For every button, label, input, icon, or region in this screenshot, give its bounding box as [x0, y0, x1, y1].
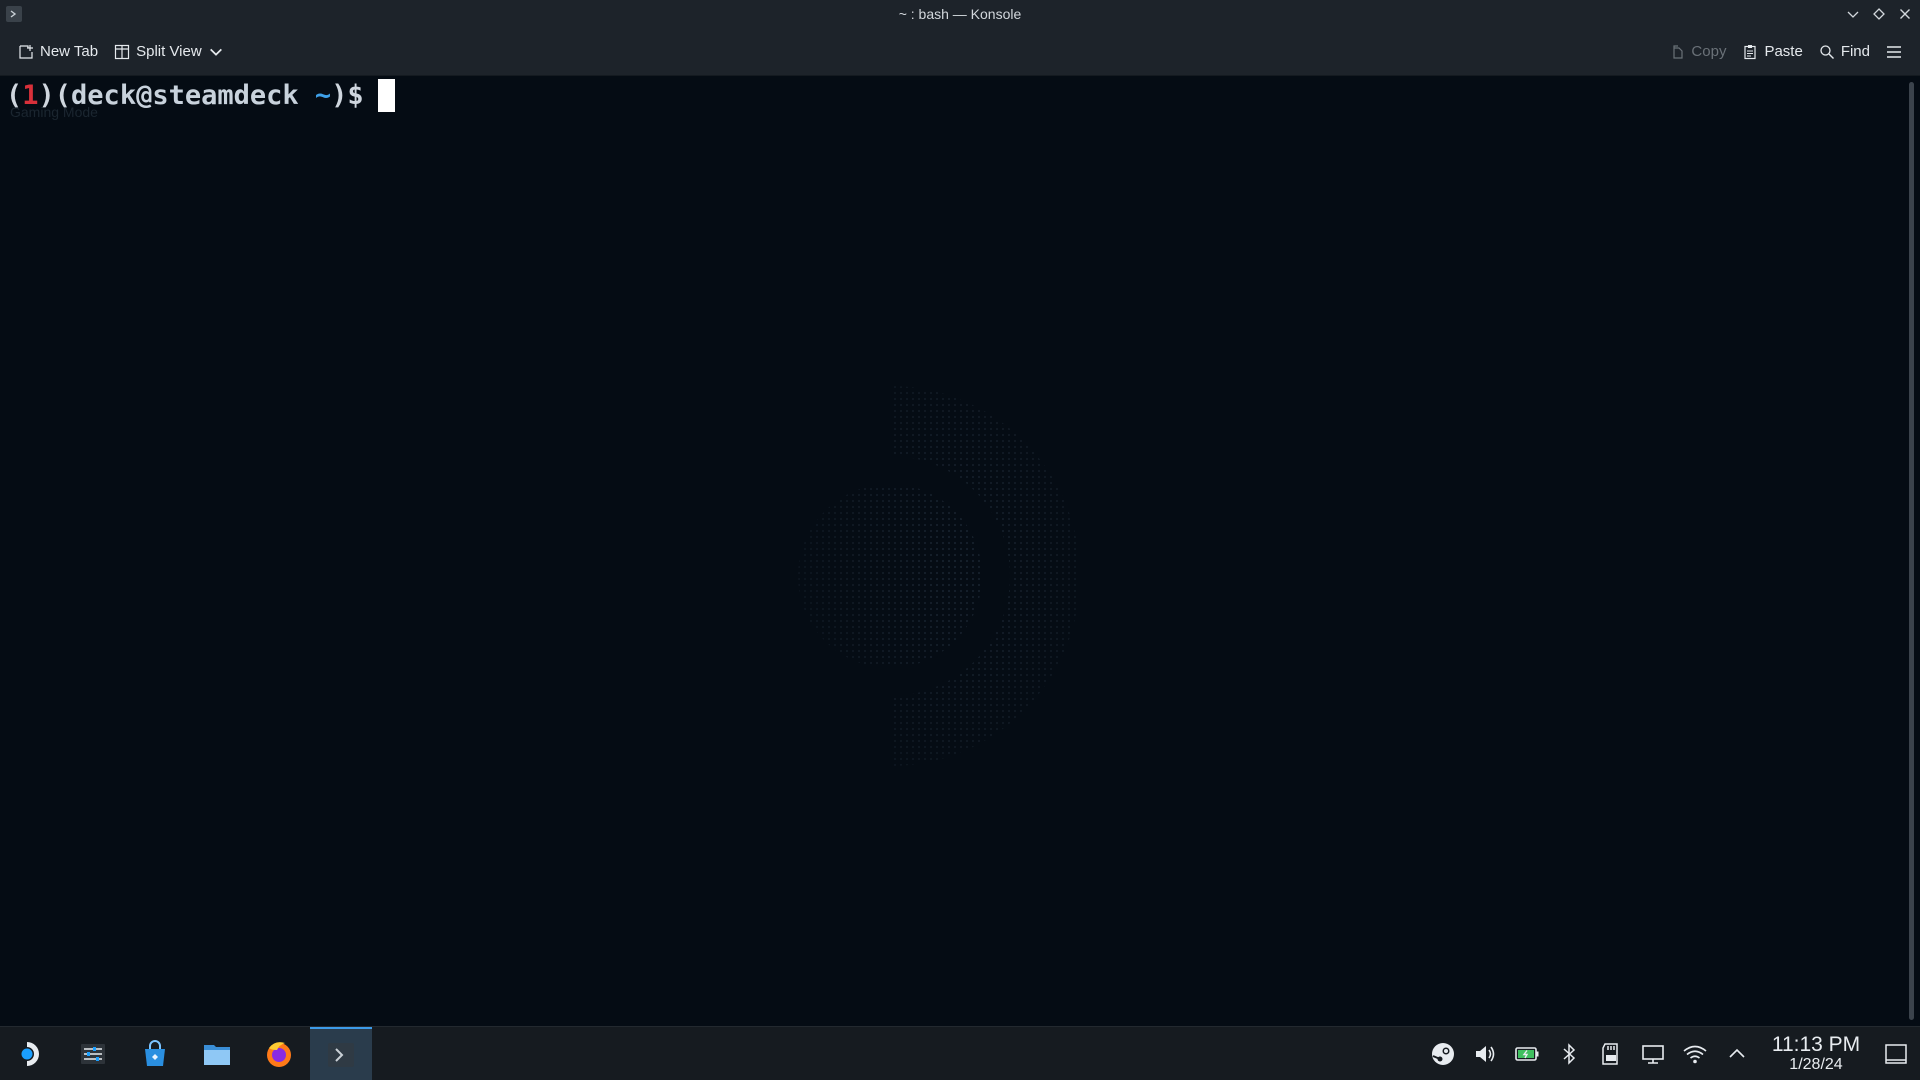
volume-icon [1476, 1046, 1495, 1062]
chevron-down-icon [209, 48, 222, 56]
konsole-toolbar: New Tab Split View Copy Paste Find [0, 28, 1920, 76]
system-tray: 11:13 PM 1/28/24 [1422, 1027, 1920, 1080]
copy-label: Copy [1691, 43, 1727, 60]
hamburger-menu-icon [1887, 45, 1901, 58]
clock-time: 11:13 PM [1771, 1033, 1861, 1056]
split-view-icon [114, 44, 130, 59]
bluetooth-button[interactable] [1548, 1027, 1590, 1080]
scrollbar-thumb[interactable] [1909, 82, 1914, 1020]
copy-icon [1673, 44, 1684, 59]
window-titlebar[interactable]: ~ : bash — Konsole [0, 0, 1920, 28]
prompt-suffix: )$ [331, 79, 364, 111]
prompt-user-host: deck@steamdeck [71, 79, 299, 111]
window-controls [1844, 0, 1914, 28]
split-view-label: Split View [136, 43, 202, 60]
display-icon [1642, 1045, 1664, 1064]
steam-deck-logo-watermark [798, 386, 1080, 766]
discover-store-icon [145, 1039, 165, 1066]
close-icon [1900, 9, 1910, 19]
steam-launcher-icon [21, 1041, 39, 1066]
steam-tray-icon [1432, 1043, 1454, 1065]
chevron-up-icon [1729, 1048, 1745, 1058]
volume-button[interactable] [1464, 1027, 1506, 1080]
clipboard-icon [1744, 44, 1757, 59]
new-tab-button[interactable]: New Tab [10, 35, 106, 69]
terminal-view[interactable]: (1)(deck@steamdeck ~)$ Gaming Mode [0, 76, 1904, 1026]
window-title: ~ : bash — Konsole [898, 6, 1022, 22]
application-launcher-button[interactable] [0, 1027, 62, 1080]
new-tab-label: New Tab [40, 43, 99, 60]
sd-card-icon [1602, 1043, 1618, 1065]
gaming-mode-ghost-label: Gaming Mode [10, 104, 98, 120]
search-icon [1820, 44, 1834, 59]
bluetooth-icon [1563, 1043, 1576, 1065]
clock-date: 1/28/24 [1789, 1056, 1843, 1073]
system-settings-button[interactable] [62, 1027, 124, 1080]
terminal-scrollbar[interactable] [1904, 76, 1920, 1026]
battery-button[interactable] [1506, 1027, 1548, 1080]
wifi-icon [1683, 1045, 1707, 1064]
discover-store-button[interactable] [124, 1027, 186, 1080]
file-manager-button[interactable] [186, 1027, 248, 1080]
minimize-button[interactable] [1844, 5, 1862, 23]
firefox-button[interactable] [248, 1027, 310, 1080]
find-button[interactable]: Find [1811, 35, 1878, 69]
system-settings-icon [81, 1043, 105, 1064]
expand-tray-button[interactable] [1716, 1027, 1758, 1080]
find-label: Find [1840, 43, 1870, 60]
new-tab-icon [19, 44, 33, 59]
steam-tray-button[interactable] [1422, 1027, 1464, 1080]
diamond-icon [1873, 8, 1885, 20]
text-cursor [377, 78, 395, 112]
taskbar: 11:13 PM 1/28/24 [0, 1026, 1920, 1080]
sd-card-button[interactable] [1590, 1027, 1632, 1080]
terminal-prompt-icon [10, 10, 17, 18]
display-button[interactable] [1632, 1027, 1674, 1080]
hamburger-menu-button[interactable] [1878, 35, 1910, 69]
chevron-down-icon [1847, 11, 1859, 18]
konsole-taskbar-button[interactable] [310, 1026, 372, 1080]
show-desktop-button[interactable] [1872, 1027, 1920, 1080]
battery-icon [1515, 1047, 1539, 1061]
konsole-app-icon[interactable] [6, 6, 22, 22]
maximize-button[interactable] [1870, 5, 1888, 23]
split-view-button[interactable]: Split View [106, 35, 232, 69]
close-button[interactable] [1896, 5, 1914, 23]
file-manager-icon [204, 1044, 230, 1065]
konsole-icon [328, 1042, 354, 1067]
wifi-button[interactable] [1674, 1027, 1716, 1080]
digital-clock[interactable]: 11:13 PM 1/28/24 [1766, 1027, 1866, 1080]
firefox-icon [267, 1041, 291, 1067]
paste-label: Paste [1764, 43, 1803, 60]
paste-button[interactable]: Paste [1734, 35, 1810, 69]
copy-button[interactable]: Copy [1661, 35, 1734, 69]
show-desktop-icon [1885, 1044, 1907, 1064]
prompt-cwd: ~ [314, 79, 332, 111]
